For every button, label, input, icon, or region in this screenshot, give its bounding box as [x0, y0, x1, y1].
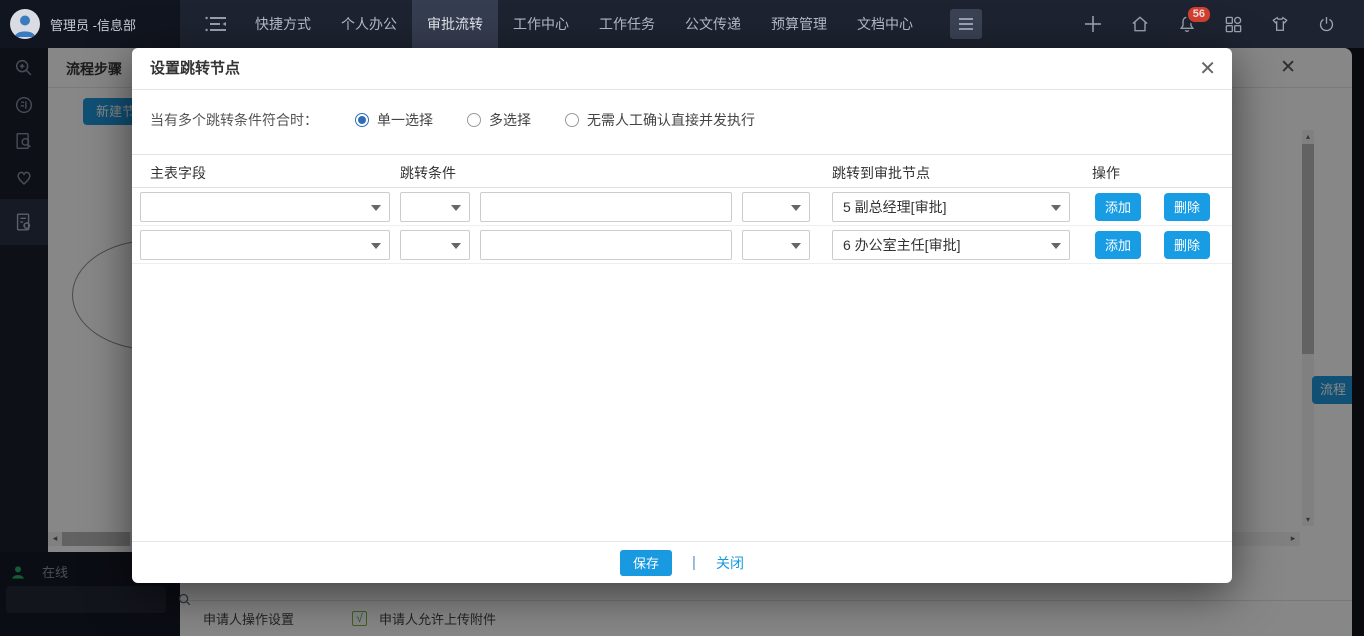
- nav-item-work-tasks[interactable]: 工作任务: [584, 0, 670, 48]
- target-node-select[interactable]: 5 副总经理[审批]: [832, 192, 1070, 222]
- home-icon[interactable]: [1130, 14, 1150, 34]
- user-box[interactable]: 管理员 -信息部: [0, 0, 180, 48]
- plus-icon[interactable]: [1083, 14, 1103, 34]
- apps-grid-icon[interactable]: [1224, 15, 1243, 34]
- condition-prompt: 当有多个跳转条件符合时：: [150, 110, 355, 130]
- radio-multi-select[interactable]: 多选择: [467, 110, 531, 130]
- logic-select[interactable]: [742, 192, 810, 222]
- jump-rule-row: 5 副总经理[审批] 添加 删除: [132, 188, 1232, 226]
- operator-select[interactable]: [400, 192, 470, 222]
- power-icon[interactable]: [1317, 15, 1336, 34]
- radio-icon[interactable]: [467, 113, 481, 127]
- main-nav: 快捷方式 个人办公 审批流转 工作中心 工作任务 公文传递 预算管理 文档中心: [240, 0, 928, 48]
- footer-separator: |: [692, 554, 696, 571]
- main-field-select[interactable]: [140, 230, 390, 260]
- condition-value-input[interactable]: [480, 192, 732, 222]
- header-operations: 操作: [1092, 163, 1120, 183]
- header-target-node: 跳转到审批节点: [832, 163, 930, 183]
- topbar-icons: 56: [1083, 0, 1336, 48]
- radio-icon[interactable]: [565, 113, 579, 127]
- menu-collapse-icon[interactable]: [194, 0, 240, 48]
- chevron-down-icon: [791, 243, 801, 249]
- radio-single-select[interactable]: 单一选择: [355, 110, 433, 130]
- bell-icon[interactable]: 56: [1177, 14, 1197, 34]
- delete-row-button[interactable]: 删除: [1164, 193, 1210, 221]
- operator-select[interactable]: [400, 230, 470, 260]
- main-field-select[interactable]: [140, 192, 390, 222]
- set-jump-node-dialog: 设置跳转节点 ✕ 当有多个跳转条件符合时： 单一选择 多选择 无需人工确认直接并…: [132, 48, 1232, 583]
- delete-row-button[interactable]: 删除: [1164, 231, 1210, 259]
- chevron-down-icon: [371, 243, 381, 249]
- dialog-title: 设置跳转节点: [150, 60, 240, 77]
- header-jump-condition: 跳转条件: [400, 163, 456, 183]
- dialog-header: 设置跳转节点 ✕: [132, 48, 1232, 90]
- chevron-down-icon: [371, 205, 381, 211]
- chevron-down-icon: [451, 243, 461, 249]
- radio-icon[interactable]: [355, 113, 369, 127]
- chevron-down-icon: [791, 205, 801, 211]
- save-button[interactable]: 保存: [620, 550, 672, 576]
- dialog-footer: 保存 | 关闭: [132, 541, 1232, 583]
- radio-label: 单一选择: [377, 110, 433, 130]
- nav-item-doc-center[interactable]: 文档中心: [842, 0, 928, 48]
- shirt-icon[interactable]: [1270, 14, 1290, 34]
- chevron-down-icon: [1051, 243, 1061, 249]
- avatar[interactable]: [10, 9, 40, 39]
- header-main-field: 主表字段: [150, 163, 206, 183]
- nav-item-personal-office[interactable]: 个人办公: [326, 0, 412, 48]
- hamburger-menu-icon[interactable]: [950, 9, 982, 39]
- nav-item-budget-mgmt[interactable]: 预算管理: [756, 0, 842, 48]
- jump-rule-row: 6 办公室主任[审批] 添加 删除: [132, 226, 1232, 264]
- add-row-button[interactable]: 添加: [1095, 231, 1141, 259]
- nav-item-doc-transfer[interactable]: 公文传递: [670, 0, 756, 48]
- radio-label: 多选择: [489, 110, 531, 130]
- radio-auto-parallel[interactable]: 无需人工确认直接并发执行: [565, 110, 755, 130]
- jump-table-header: 主表字段 跳转条件 跳转到审批节点 操作: [132, 154, 1232, 188]
- dialog-close-icon[interactable]: ✕: [1199, 48, 1216, 90]
- close-link[interactable]: 关闭: [716, 553, 744, 573]
- add-row-button[interactable]: 添加: [1095, 193, 1141, 221]
- nav-item-work-center[interactable]: 工作中心: [498, 0, 584, 48]
- chevron-down-icon: [1051, 205, 1061, 211]
- notification-badge: 56: [1186, 5, 1212, 24]
- condition-mode-row: 当有多个跳转条件符合时： 单一选择 多选择 无需人工确认直接并发执行: [150, 110, 1232, 130]
- top-navigation-bar: 管理员 -信息部 快捷方式 个人办公 审批流转 工作中心 工作任务 公文传递 预…: [0, 0, 1364, 48]
- chevron-down-icon: [451, 205, 461, 211]
- logic-select[interactable]: [742, 230, 810, 260]
- nav-item-quick-access[interactable]: 快捷方式: [240, 0, 326, 48]
- nav-item-approval-flow[interactable]: 审批流转: [412, 0, 498, 48]
- radio-label: 无需人工确认直接并发执行: [587, 110, 755, 130]
- target-node-select[interactable]: 6 办公室主任[审批]: [832, 230, 1070, 260]
- condition-value-input[interactable]: [480, 230, 732, 260]
- user-name: 管理员 -信息部: [50, 15, 136, 34]
